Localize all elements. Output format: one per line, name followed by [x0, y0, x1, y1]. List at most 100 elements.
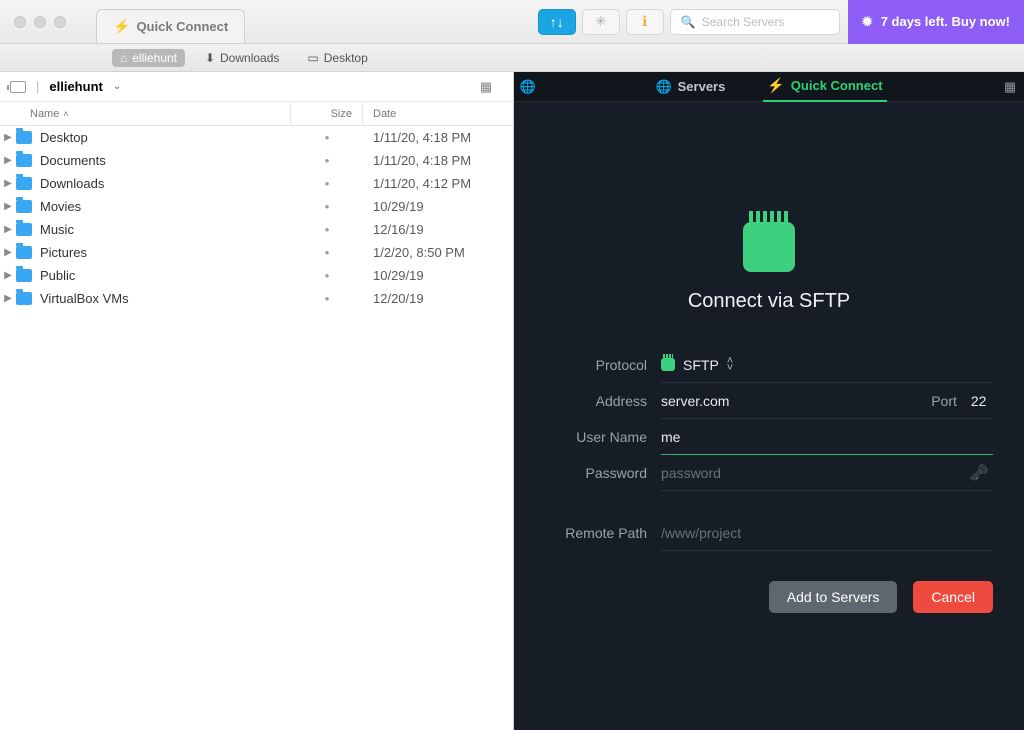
breadcrumb-bar: ⌂ elliehunt ⬇ Downloads ▭ Desktop — [0, 44, 1024, 72]
file-date: 10/29/19 — [363, 199, 513, 214]
column-size[interactable]: Size — [291, 102, 363, 125]
trial-text: 7 days left. Buy now! — [881, 14, 1010, 29]
folder-icon — [16, 246, 32, 259]
minimize-window-button[interactable] — [34, 16, 46, 28]
globe-icon[interactable]: 🌐 — [514, 79, 542, 95]
tab-quick-connect[interactable]: ⚡ Quick Connect — [763, 72, 886, 102]
file-row[interactable]: ▶Pictures•1/2/20, 8:50 PM — [0, 241, 513, 264]
folder-icon — [16, 269, 32, 282]
file-size: • — [291, 268, 363, 283]
remote-tabs: 🌐 🌐 Servers ⚡ Quick Connect ▦ — [514, 72, 1024, 102]
search-icon: 🔍 — [681, 15, 696, 29]
file-size: • — [291, 199, 363, 214]
file-date: 1/2/20, 8:50 PM — [363, 245, 513, 260]
ethernet-plug-icon — [661, 358, 675, 371]
sync-button[interactable]: ↑↓ — [538, 9, 576, 35]
disclosure-triangle-icon[interactable]: ▶ — [0, 224, 16, 235]
window-traffic-lights — [0, 16, 96, 28]
file-name: Public — [40, 268, 291, 283]
activity-button[interactable]: ✳ — [582, 9, 620, 35]
file-size: • — [291, 153, 363, 168]
close-window-button[interactable] — [14, 16, 26, 28]
column-name[interactable]: Name ˄ — [0, 102, 291, 125]
disclosure-triangle-icon[interactable]: ▶ — [0, 132, 16, 143]
add-to-servers-button[interactable]: Add to Servers — [769, 581, 898, 613]
file-row[interactable]: ▶ Public•10/29/19 — [0, 264, 513, 287]
zoom-window-button[interactable] — [54, 16, 66, 28]
file-size: • — [291, 176, 363, 191]
disk-icon — [10, 81, 26, 93]
chevron-down-icon: ⌄ — [113, 81, 121, 92]
file-name: Music — [40, 222, 291, 237]
tab-servers[interactable]: 🌐 Servers — [651, 72, 729, 102]
local-pane: | elliehunt ⌄ ▦ Name ˄ Size Date ▶ Deskto… — [0, 72, 514, 730]
remote-pane: 🌐 🌐 Servers ⚡ Quick Connect ▦ Connect vi… — [514, 72, 1024, 730]
file-name: VirtualBox VMs — [40, 291, 291, 306]
folder-icon — [16, 223, 32, 236]
home-icon: ⌂ — [120, 51, 127, 65]
breadcrumb-downloads[interactable]: ⬇ Downloads — [197, 49, 287, 67]
local-location-label: elliehunt — [49, 79, 102, 94]
window-tab-label: Quick Connect — [136, 19, 228, 34]
window-tab-quick-connect[interactable]: ⚡ Quick Connect — [96, 9, 245, 43]
panel-layout-toggle[interactable]: ▦ — [996, 79, 1024, 95]
file-row[interactable]: ▶Documents•1/11/20, 4:18 PM — [0, 149, 513, 172]
folder-icon — [16, 292, 32, 305]
transfer-icon: ↑↓ — [550, 14, 564, 30]
file-row[interactable]: ▶Downloads•1/11/20, 4:12 PM — [0, 172, 513, 195]
search-placeholder: Search Servers — [702, 15, 785, 29]
file-size: • — [291, 245, 363, 260]
file-date: 1/11/20, 4:12 PM — [363, 176, 513, 191]
disclosure-triangle-icon[interactable]: ▶ — [0, 201, 16, 212]
breadcrumb-home[interactable]: ⌂ elliehunt — [112, 49, 185, 67]
ethernet-plug-icon — [743, 222, 795, 272]
trial-banner[interactable]: ✹ 7 days left. Buy now! — [848, 0, 1024, 44]
window-titlebar: ⚡ Quick Connect ↑↓ ✳ ℹ 🔍 Search Servers … — [0, 0, 1024, 44]
port-value[interactable]: 22 — [971, 393, 993, 409]
bolt-icon: ⚡ — [113, 18, 130, 35]
disclosure-triangle-icon[interactable]: ▶ — [0, 270, 16, 281]
file-name: Desktop — [40, 130, 291, 145]
local-location-bar[interactable]: | elliehunt ⌄ ▦ — [0, 72, 513, 102]
folder-icon — [16, 154, 32, 167]
address-input[interactable] — [661, 393, 923, 409]
file-size: • — [291, 130, 363, 145]
download-icon: ⬇ — [205, 51, 215, 65]
key-icon[interactable]: 🗝 — [969, 463, 989, 483]
username-input[interactable] — [661, 429, 993, 445]
remote-path-input[interactable] — [661, 525, 993, 541]
desktop-icon: ▭ — [307, 51, 318, 65]
label-username: User Name — [545, 429, 661, 445]
disclosure-triangle-icon[interactable]: ▶ — [0, 293, 16, 304]
file-row[interactable]: ▶ Music•12/16/19 — [0, 218, 513, 241]
file-date: 10/29/19 — [363, 268, 513, 283]
disclosure-triangle-icon[interactable]: ▶ — [0, 155, 16, 166]
disclosure-triangle-icon[interactable]: ▶ — [0, 247, 16, 258]
protocol-select[interactable]: SFTP ˄˅ — [661, 347, 993, 383]
label-password: Password — [545, 465, 661, 481]
file-row[interactable]: ▶ Movies•10/29/19 — [0, 195, 513, 218]
file-list: ▶Desktop•1/11/20, 4:18 PM▶Documents•1/11… — [0, 126, 513, 730]
file-name: Movies — [40, 199, 291, 214]
view-mode-toggle[interactable]: ▦ — [477, 78, 495, 96]
file-row[interactable]: ▶Desktop•1/11/20, 4:18 PM — [0, 126, 513, 149]
column-date[interactable]: Date — [363, 102, 513, 125]
select-stepper-icon: ˄˅ — [727, 358, 733, 372]
file-row[interactable]: ▶VirtualBox VMs•12/20/19 — [0, 287, 513, 310]
label-address: Address — [545, 393, 661, 409]
file-size: • — [291, 222, 363, 237]
file-date: 12/16/19 — [363, 222, 513, 237]
cancel-button[interactable]: Cancel — [913, 581, 993, 613]
activity-icon: ✳ — [595, 13, 607, 30]
file-columns-header: Name ˄ Size Date — [0, 102, 513, 126]
password-input[interactable] — [661, 465, 993, 481]
disclosure-triangle-icon[interactable]: ▶ — [0, 178, 16, 189]
file-size: • — [291, 291, 363, 306]
breadcrumb-desktop[interactable]: ▭ Desktop — [299, 49, 375, 67]
search-servers-field[interactable]: 🔍 Search Servers — [670, 9, 840, 35]
file-date: 1/11/20, 4:18 PM — [363, 153, 513, 168]
bolt-icon: ⚡ — [767, 77, 784, 94]
folder-icon — [16, 131, 32, 144]
info-button[interactable]: ℹ — [626, 9, 664, 35]
label-port: Port — [931, 393, 957, 409]
